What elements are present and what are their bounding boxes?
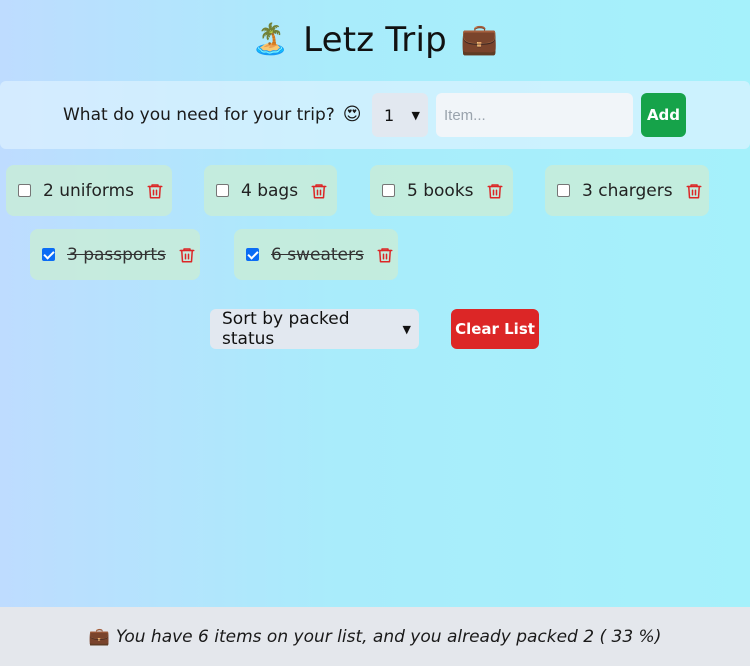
packed-checkbox[interactable] — [382, 184, 395, 197]
app-header: 🏝️ Letz Trip 💼 — [0, 0, 750, 80]
stats-text: You have 6 items on your list, and you a… — [115, 626, 662, 647]
item-input[interactable] — [436, 93, 633, 137]
list-item: 3 chargers — [545, 165, 709, 216]
form-question-text: What do you need for your trip? — [63, 104, 335, 125]
island-icon: 🏝️ — [251, 22, 290, 57]
trash-icon[interactable] — [310, 181, 328, 201]
list-item: 2 uniforms — [6, 165, 172, 216]
packed-checkbox[interactable] — [557, 184, 570, 197]
form-question: What do you need for your trip? 😍 — [63, 104, 362, 125]
sort-selected-value: Sort by packed status — [222, 309, 350, 349]
stats-footer: 💼 You have 6 items on your list, and you… — [0, 607, 750, 666]
sort-select[interactable]: Sort by packed status ▼ — [210, 309, 419, 349]
list-item: 3 passports — [30, 229, 200, 280]
trash-icon[interactable] — [685, 181, 703, 201]
clear-list-button[interactable]: Clear List — [451, 309, 539, 349]
item-label: 4 bags — [241, 180, 299, 201]
trash-icon[interactable] — [376, 245, 394, 265]
item-label: 6 sweaters — [271, 244, 364, 265]
app-title: Letz Trip — [303, 20, 447, 60]
briefcase-icon: 💼 — [460, 22, 499, 57]
quantity-value: 1 — [384, 105, 395, 125]
trash-icon[interactable] — [146, 181, 164, 201]
packed-checkbox[interactable] — [42, 248, 55, 261]
quantity-select[interactable]: 1 ▼ — [372, 93, 428, 137]
add-button[interactable]: Add — [641, 93, 686, 137]
briefcase-icon: 💼 — [88, 626, 110, 647]
list-item: 5 books — [370, 165, 513, 216]
item-label: 2 uniforms — [43, 180, 134, 201]
list-item: 4 bags — [204, 165, 337, 216]
trash-icon[interactable] — [486, 181, 504, 201]
trash-icon[interactable] — [178, 245, 196, 265]
heart-eyes-icon: 😍 — [342, 104, 362, 125]
packed-checkbox[interactable] — [18, 184, 31, 197]
item-label: 3 chargers — [582, 180, 673, 201]
list-item: 6 sweaters — [234, 229, 398, 280]
chevron-down-icon: ▼ — [402, 322, 411, 336]
packed-checkbox[interactable] — [246, 248, 259, 261]
item-label: 3 passports — [67, 244, 166, 265]
packed-checkbox[interactable] — [216, 184, 229, 197]
item-label: 5 books — [407, 180, 474, 201]
chevron-down-icon: ▼ — [411, 108, 420, 122]
